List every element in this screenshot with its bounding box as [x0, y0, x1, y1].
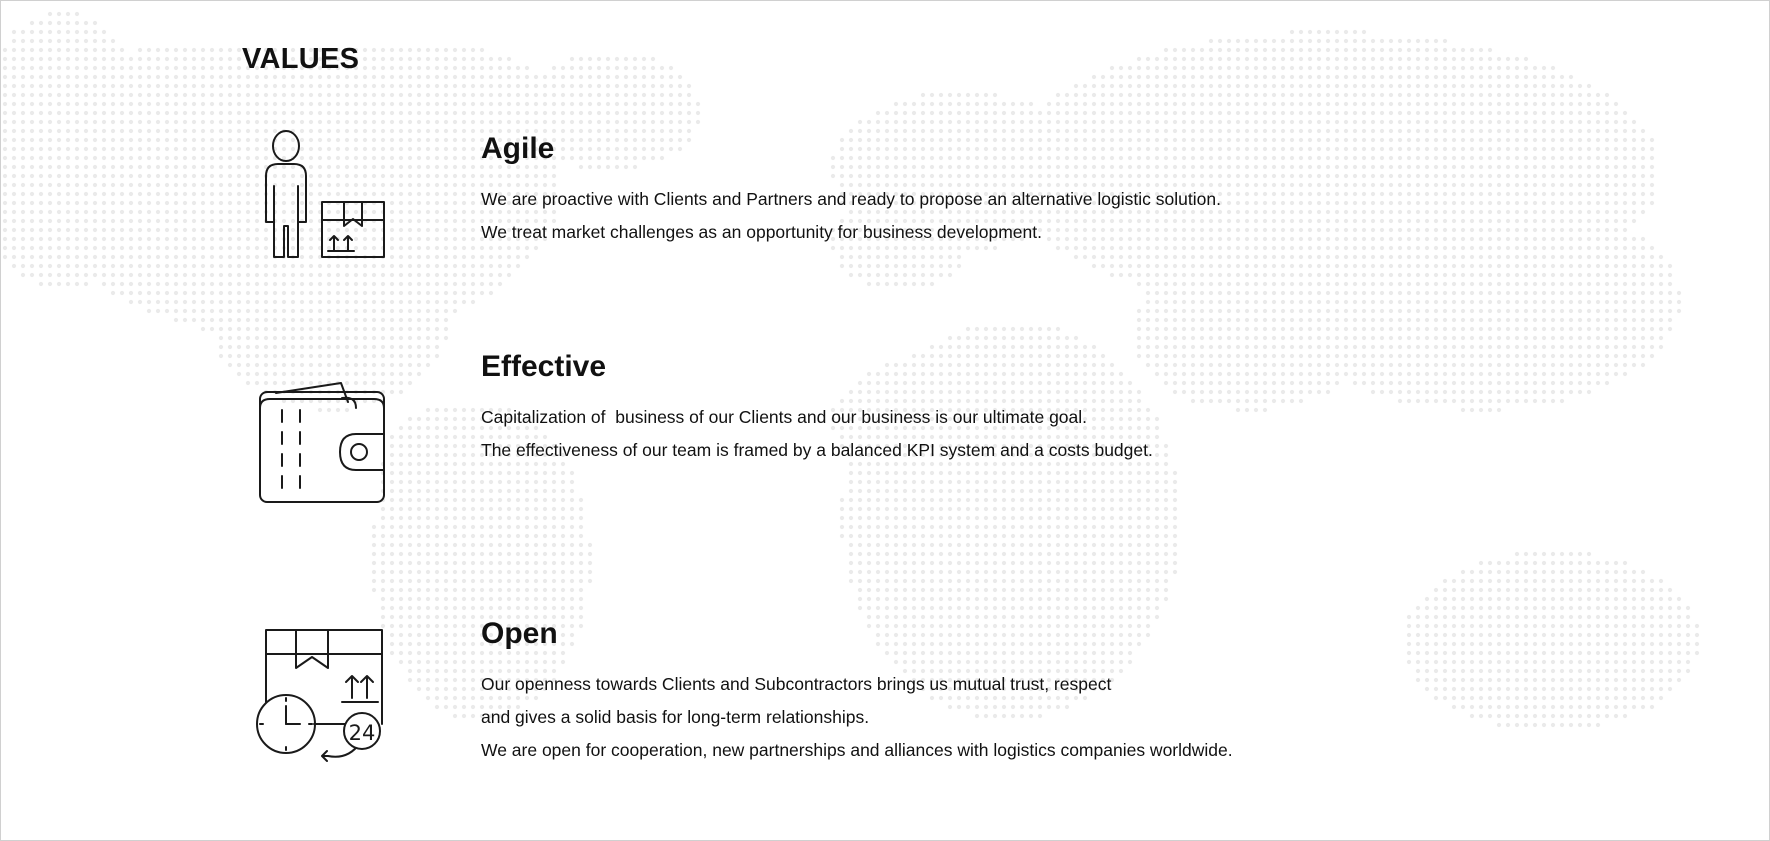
- value-heading: Effective: [481, 350, 607, 383]
- value-heading: Open: [481, 617, 558, 650]
- value-description-line: We treat market challenges as an opportu…: [481, 222, 1042, 242]
- value-text: Open Our openness towards Clients and Su…: [481, 616, 1381, 767]
- page-title: VALUES: [242, 43, 360, 75]
- person-with-box-icon: [256, 126, 392, 262]
- value-text: Agile We are proactive with Clients and …: [481, 131, 1381, 249]
- value-description-line: Our openness towards Clients and Subcont…: [481, 674, 1112, 694]
- value-description: Our openness towards Clients and Subcont…: [481, 668, 1381, 767]
- value-description: Capitalization of business of our Client…: [481, 401, 1381, 467]
- wallet-icon: [256, 382, 392, 518]
- value-text: Effective Capitalization of business of …: [481, 349, 1381, 467]
- values-section: VALUES Agile We are proactive with Clien…: [0, 0, 1770, 841]
- value-description-line: and gives a solid basis for long-term re…: [481, 707, 870, 727]
- box-clock-24-icon: 24: [256, 626, 392, 762]
- value-description-line: The effectiveness of our team is framed …: [481, 440, 1153, 460]
- value-heading: Agile: [481, 132, 555, 165]
- value-description-line: Capitalization of business of our Client…: [481, 407, 1088, 427]
- value-description-line: We are proactive with Clients and Partne…: [481, 189, 1221, 209]
- value-description: We are proactive with Clients and Partne…: [481, 183, 1381, 249]
- icon-24-badge: 24: [349, 721, 376, 745]
- value-description-line: We are open for cooperation, new partner…: [481, 740, 1233, 760]
